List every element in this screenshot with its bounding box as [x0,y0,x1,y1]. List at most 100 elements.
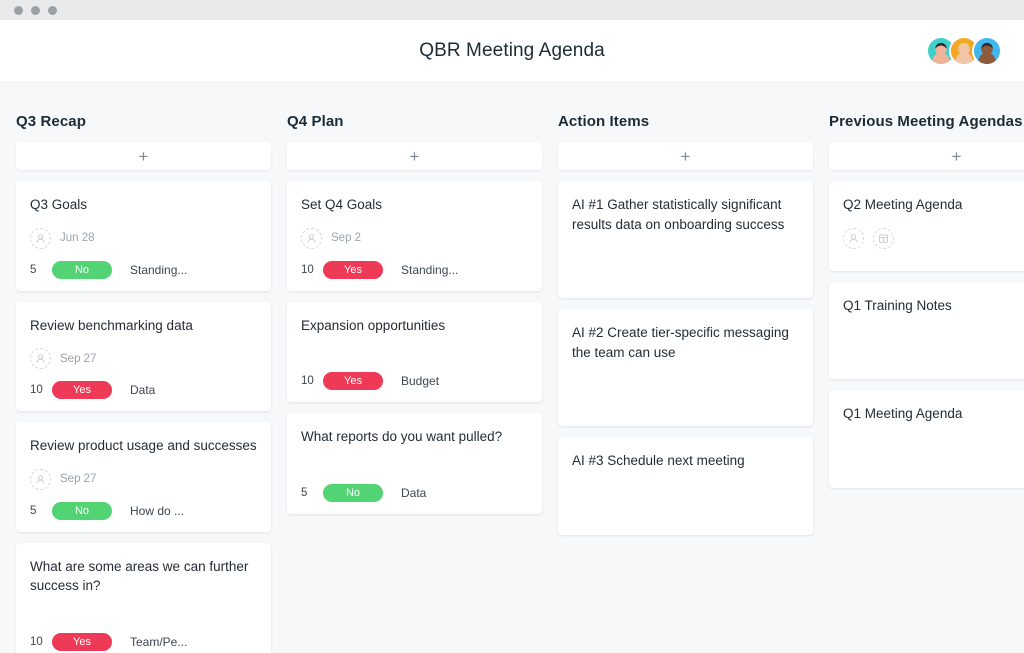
card-score: 10 [30,635,43,648]
board-column: Q4 Plan + Set Q4 Goals Sep 2 10 Yes Standing..… [287,113,542,525]
plus-icon: + [680,146,691,166]
card-title: Q1 Meeting Agenda [843,406,963,422]
card-badge-row: 5 No Standing... [30,260,257,279]
plus-icon: + [138,146,149,166]
column-title: Q3 Recap [16,113,86,130]
card-title: Expansion opportunities [301,317,446,333]
card-filler [843,249,1024,259]
person-placeholder-icon[interactable] [30,348,51,370]
card-tag: Standing... [130,262,188,277]
board-column: Q3 Recap + Q3 Goals Jun 28 5 No Standing... Rev… [16,113,271,653]
card-badge-row: 10 Yes Team/Pe... [30,632,257,651]
card-filler [843,315,1024,367]
board-card[interactable]: Review product usage and successes Sep 27… [16,422,271,532]
card-date: Jun 28 [60,232,95,245]
card-tag: Budget [401,374,440,389]
board-card[interactable]: Q3 Goals Jun 28 5 No Standing... [16,181,271,291]
add-card-button[interactable]: + [287,142,542,170]
card-meta-spacer [301,447,528,472]
minimize-dot[interactable] [14,5,23,15]
status-badge[interactable]: Yes [52,381,112,400]
card-score: 10 [301,263,314,276]
card-meta-row: Sep 27 [30,348,257,370]
board-column: Previous Meeting Agendas + •••Q2 Meeting A… [829,113,1024,499]
card-date: Sep 27 [60,352,97,365]
card-meta-row: Sep 27 [30,468,257,490]
status-badge[interactable]: Yes [323,260,383,279]
add-card-button[interactable]: + [16,142,271,170]
status-badge[interactable]: Yes [52,632,112,651]
card-meta-row: Sep 2 [301,227,528,249]
calendar-placeholder-icon[interactable] [873,227,894,249]
column-title: Q4 Plan [287,113,344,130]
card-meta-spacer [301,335,528,360]
board-card[interactable]: What reports do you want pulled? 5 No Data [287,413,542,514]
card-title: AI #1 Gather statistically significant r… [572,197,785,232]
card-filler [572,362,799,414]
person-placeholder-icon[interactable] [30,227,51,249]
person-placeholder-icon[interactable] [301,227,322,249]
avatar[interactable] [972,36,1002,66]
card-title: What reports do you want pulled? [301,429,503,445]
card-score: 10 [301,375,314,388]
app-header: QBR Meeting Agenda [0,20,1024,83]
card-badge-row: 10 Yes Standing... [301,260,528,279]
board-card[interactable]: Expansion opportunities 10 Yes Budget [287,301,542,403]
page-title: QBR Meeting Agenda [419,40,605,61]
card-filler [843,424,1024,476]
board-card[interactable]: •••Q2 Meeting Agenda [829,181,1024,271]
plus-icon: + [951,146,962,166]
card-tag: Standing... [401,262,459,277]
column-title: Previous Meeting Agendas [829,113,1023,130]
card-tag: Data [401,485,427,500]
board-card[interactable]: Set Q4 Goals Sep 2 10 Yes Standing... [287,181,542,291]
card-meta-spacer [30,596,257,621]
avatar-group[interactable] [926,36,1002,66]
card-score: 10 [30,384,43,397]
card-tag: Team/Pe... [130,634,188,649]
plus-icon: + [409,146,420,166]
board-card[interactable]: Q1 Training Notes [829,281,1024,380]
column-title: Action Items [558,113,650,130]
card-tag: How do ... [130,503,185,518]
card-badge-row: 10 Yes Data [30,381,257,400]
status-badge[interactable]: No [52,260,112,279]
card-title: AI #3 Schedule next meeting [572,453,745,469]
card-title: Q3 Goals [30,197,88,212]
card-meta-row [843,227,1024,249]
card-badge-row: 5 No How do ... [30,501,257,520]
person-placeholder-icon[interactable] [843,227,864,249]
card-filler [572,471,799,523]
card-badge-row: 5 No Data [301,483,528,502]
person-placeholder-icon[interactable] [30,468,51,490]
window-chrome [0,0,1024,20]
card-title: Set Q4 Goals [301,197,383,212]
status-badge[interactable]: No [52,501,112,520]
card-score: 5 [30,263,37,276]
status-badge[interactable]: Yes [323,372,383,391]
card-title: What are some areas we can further succe… [30,558,249,594]
card-badge-row: 10 Yes Budget [301,372,528,391]
board-card[interactable]: What are some areas we can further succe… [16,542,271,653]
status-badge[interactable]: No [323,483,383,502]
card-date: Sep 2 [331,232,362,245]
card-score: 5 [301,486,308,499]
card-title: Q2 Meeting Agenda [843,197,963,212]
card-title: AI #2 Create tier-specific messaging the… [572,325,789,360]
board-card[interactable]: Review benchmarking data Sep 27 10 Yes Data [16,301,271,412]
board-card[interactable]: AI #1 Gather statistically significant r… [558,181,813,299]
board-card[interactable]: Q1 Meeting Agenda [829,390,1024,488]
board-column: Action Items + AI #1 Gather statistically … [558,113,813,546]
maximize-dot[interactable] [31,5,40,15]
card-title: Q1 Training Notes [843,297,952,313]
close-dot[interactable] [48,5,57,15]
card-tag: Data [130,383,156,398]
card-meta-row: Jun 28 [30,227,257,249]
board: Q3 Recap + Q3 Goals Jun 28 5 No Standing... Rev… [0,83,1024,653]
board-card[interactable]: AI #2 Create tier-specific messaging the… [558,309,813,427]
board-card[interactable]: AI #3 Schedule next meeting [558,437,813,535]
card-title: Review product usage and successes [30,438,257,454]
add-card-button[interactable]: + [829,142,1024,170]
add-card-button[interactable]: + [558,142,813,170]
card-filler [572,234,799,286]
